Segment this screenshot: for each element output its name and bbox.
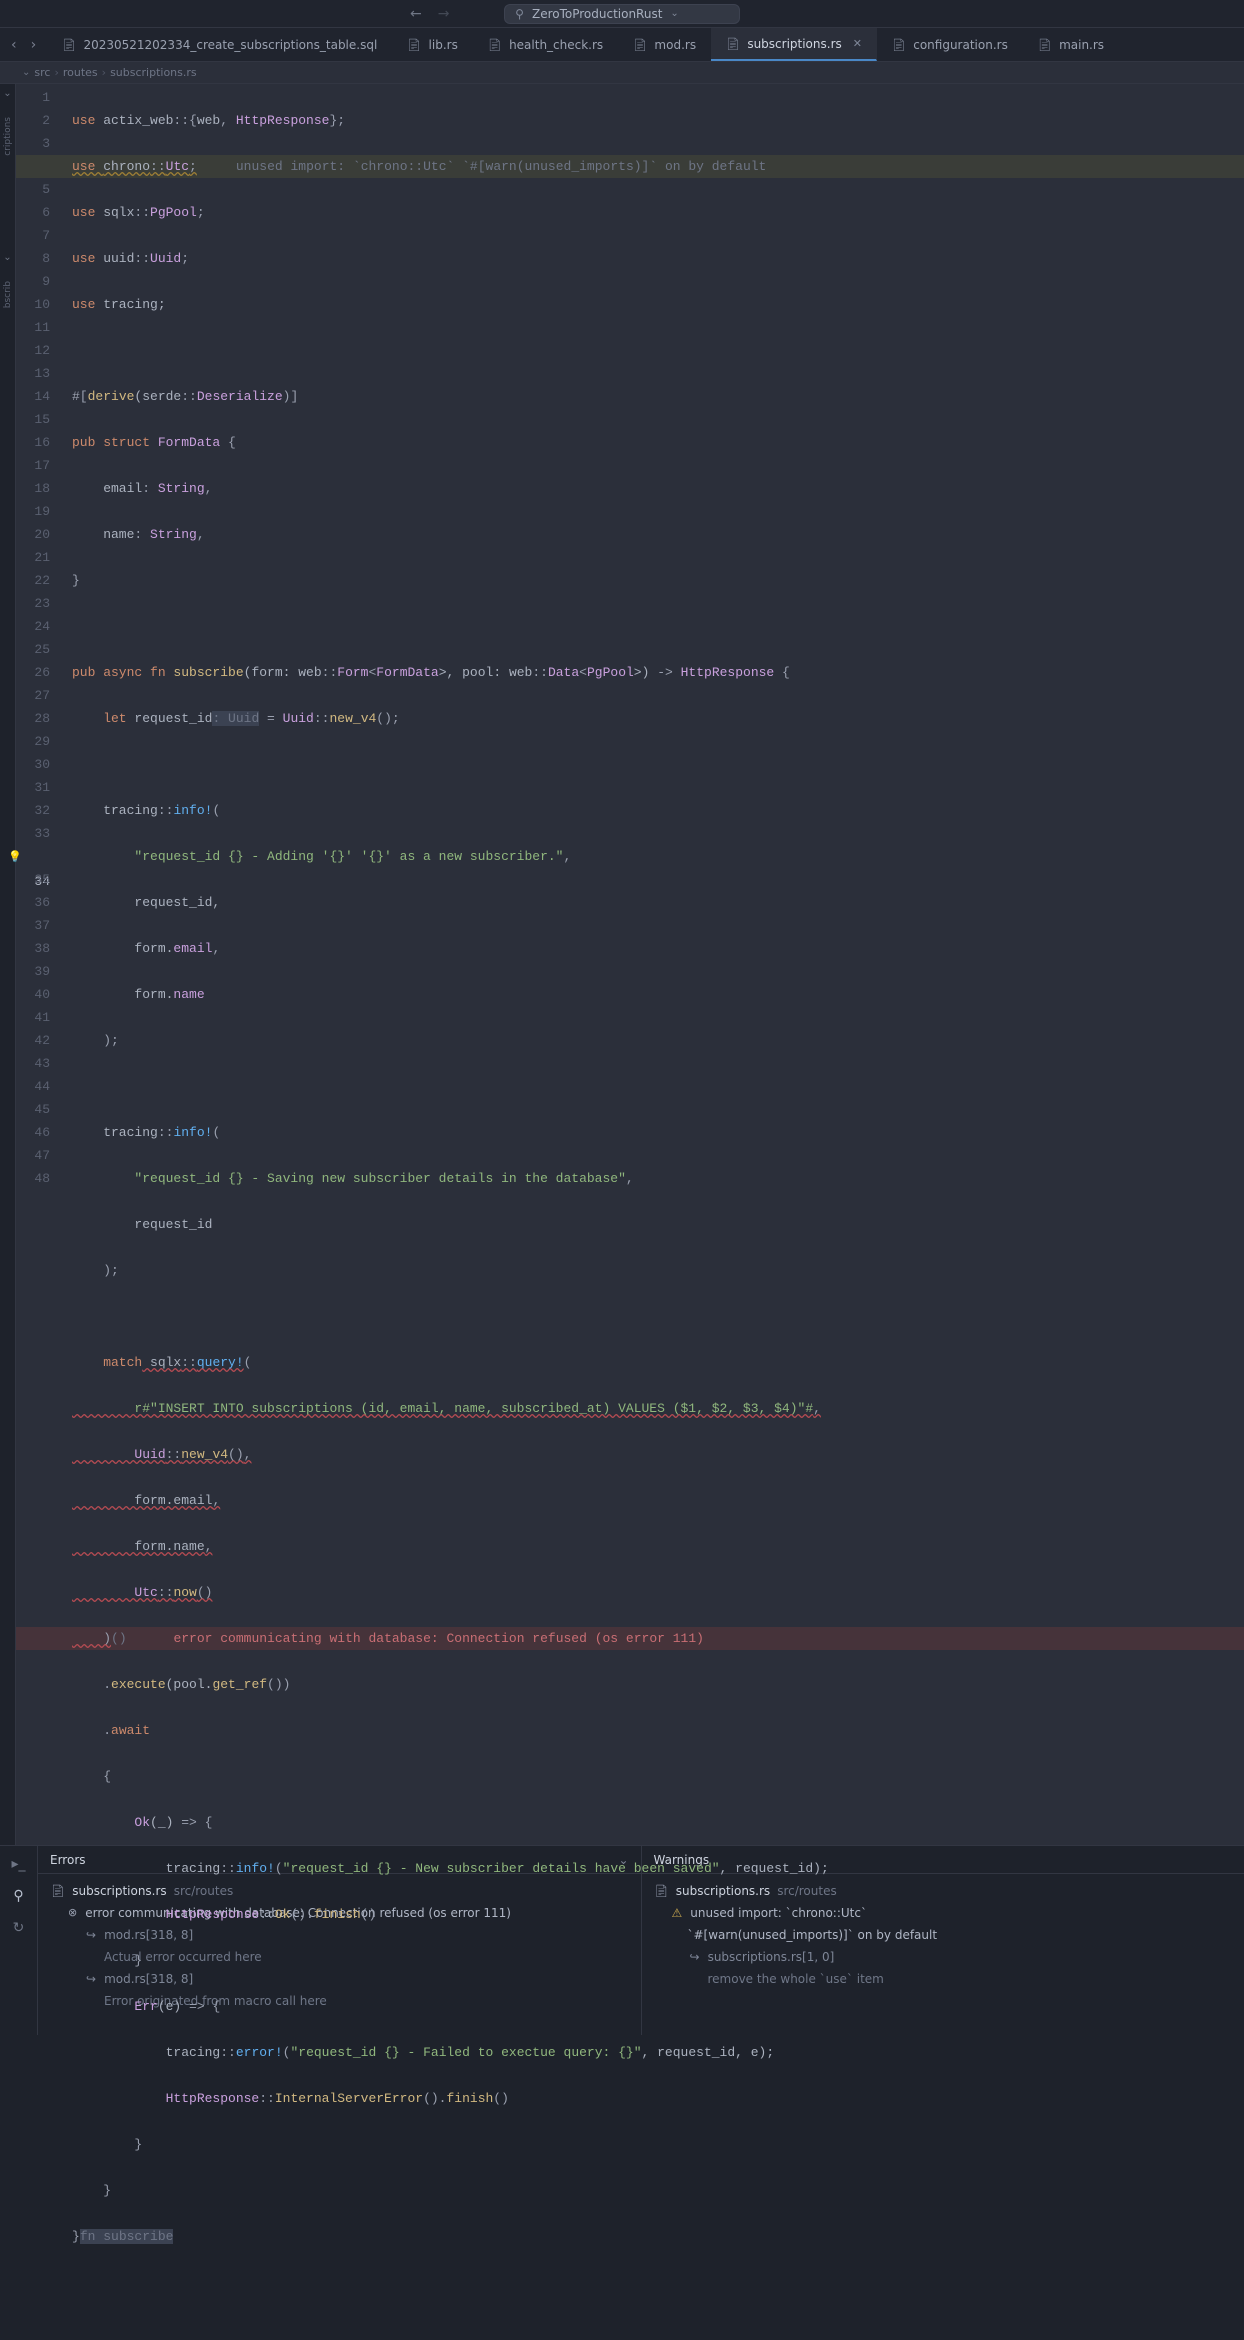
tab-label: mod.rs: [654, 38, 696, 52]
tab-label: lib.rs: [429, 38, 458, 52]
chevron-down-icon: ⌄: [670, 8, 678, 19]
rail-label: criptions: [3, 117, 13, 156]
nav-fwd-icon[interactable]: →: [438, 6, 450, 22]
file-icon: 📄︎: [891, 38, 906, 52]
close-icon[interactable]: ✕: [853, 37, 862, 50]
file-icon: 📄︎: [50, 1880, 65, 1902]
crumb-src[interactable]: src: [34, 66, 50, 79]
tab-health[interactable]: 📄︎ health_check.rs: [473, 28, 618, 61]
tab-prev-icon[interactable]: ‹: [6, 34, 22, 56]
tab-lib[interactable]: 📄︎ lib.rs: [392, 28, 473, 61]
tab-label: 20230521202334_create_subscriptions_tabl…: [83, 38, 377, 52]
tab-label: main.rs: [1059, 38, 1104, 52]
crumb-file[interactable]: subscriptions.rs: [110, 66, 197, 79]
tab-main[interactable]: 📄︎ main.rs: [1023, 28, 1119, 61]
tab-config[interactable]: 📄︎ configuration.rs: [877, 28, 1023, 61]
titlebar: ← → ⚲ ZeroToProductionRust ⌄: [0, 0, 1244, 28]
file-icon: 📄︎: [1037, 38, 1052, 52]
tab-bar: ‹ › 📄︎ 20230521202334_create_subscription…: [0, 28, 1244, 62]
crumb-routes[interactable]: routes: [63, 66, 98, 79]
tab-label: configuration.rs: [913, 38, 1008, 52]
file-icon: 📄︎: [632, 38, 647, 52]
tab-subscriptions[interactable]: 📄︎ subscriptions.rs ✕: [711, 28, 877, 61]
tab-label: health_check.rs: [509, 38, 603, 52]
left-rail: ⌄ criptions ⌄ bscrib: [0, 84, 16, 1845]
tab-next-icon[interactable]: ›: [26, 34, 42, 56]
bottom-rail: ▸_ ⚲ ↻: [0, 1846, 38, 2035]
problems-icon[interactable]: ⚲: [13, 1888, 23, 1904]
nav-back-icon[interactable]: ←: [410, 6, 422, 22]
line-gutter: 1234567891011121314151617181920212223242…: [16, 84, 60, 1845]
inline-error: error communicating with database: Conne…: [173, 1631, 704, 1646]
file-icon: 📄︎: [725, 37, 740, 51]
chevron-down-icon[interactable]: ⌄: [22, 67, 30, 78]
breadcrumb: ⌄ src › routes › subscriptions.rs: [0, 62, 1244, 84]
file-icon: 📄︎: [406, 38, 421, 52]
tab-mod[interactable]: 📄︎ mod.rs: [618, 28, 711, 61]
tab-sql[interactable]: 📄︎ 20230521202334_create_subscriptions_ta…: [47, 28, 392, 61]
search-icon: ⚲: [515, 7, 524, 21]
refresh-icon[interactable]: ↻: [13, 1920, 25, 1936]
file-icon: 📄︎: [487, 38, 502, 52]
tab-label: subscriptions.rs: [747, 37, 841, 51]
inline-warning: unused import: `chrono::Utc` `#[warn(unu…: [236, 159, 767, 174]
code-editor[interactable]: 1234567891011121314151617181920212223242…: [16, 84, 1244, 1845]
file-icon: 📄︎: [61, 38, 76, 52]
terminal-icon[interactable]: ▸_: [11, 1856, 25, 1872]
chevron-down-icon[interactable]: ⌄: [3, 252, 11, 263]
rail-label: bscrib: [3, 281, 13, 308]
project-name: ZeroToProductionRust: [532, 7, 662, 21]
chevron-down-icon[interactable]: ⌄: [3, 88, 11, 99]
code-area[interactable]: use actix_web::{web, HttpResponse}; use …: [60, 84, 1244, 1845]
project-selector[interactable]: ⚲ ZeroToProductionRust ⌄: [504, 4, 740, 24]
